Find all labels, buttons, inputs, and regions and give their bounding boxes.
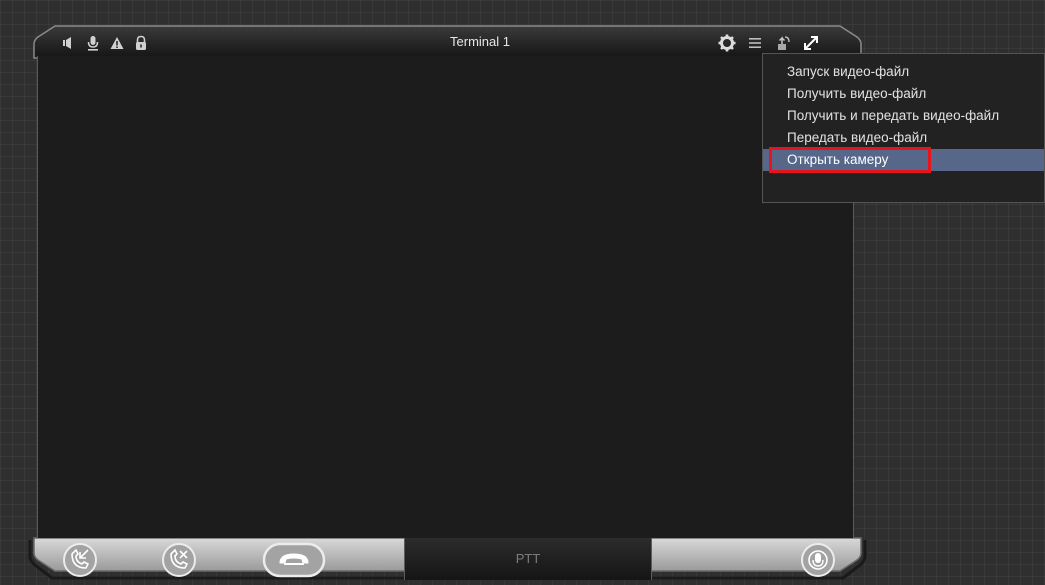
warning-icon[interactable] xyxy=(110,35,124,51)
menu-item-send-video-file[interactable]: Передать видео-файл xyxy=(763,127,1044,149)
upload-icon[interactable] xyxy=(774,34,792,52)
video-area xyxy=(37,56,854,538)
menu-item-receive-video-file[interactable]: Получить видео-файл xyxy=(763,83,1044,105)
expand-icon[interactable] xyxy=(802,34,820,52)
settings-icon[interactable] xyxy=(718,34,736,52)
menu-item-receive-and-send-video-file[interactable]: Получить и передать видео-файл xyxy=(763,105,1044,127)
window-title: Terminal 1 xyxy=(450,34,510,49)
speaker-icon[interactable] xyxy=(62,35,76,51)
call-answer-icon[interactable] xyxy=(61,541,99,579)
microphone-icon[interactable] xyxy=(86,35,100,51)
menu-item-start-video-file[interactable]: Запуск видео-файл xyxy=(763,61,1044,83)
menu-item-open-camera[interactable]: Открыть камеру xyxy=(763,147,1044,173)
annotation-highlight xyxy=(769,147,931,173)
window-controls xyxy=(718,32,820,54)
microphone-toggle-icon[interactable] xyxy=(799,541,837,579)
status-icons xyxy=(62,33,148,53)
ptt-button[interactable]: PTT xyxy=(404,538,652,580)
lock-icon[interactable] xyxy=(134,35,148,51)
ptt-label: PTT xyxy=(515,551,541,566)
hang-up-icon[interactable] xyxy=(262,542,326,578)
call-reject-icon[interactable] xyxy=(160,541,198,579)
menu-icon[interactable] xyxy=(746,34,764,52)
video-menu: Запуск видео-файл Получить видео-файл По… xyxy=(762,53,1045,203)
